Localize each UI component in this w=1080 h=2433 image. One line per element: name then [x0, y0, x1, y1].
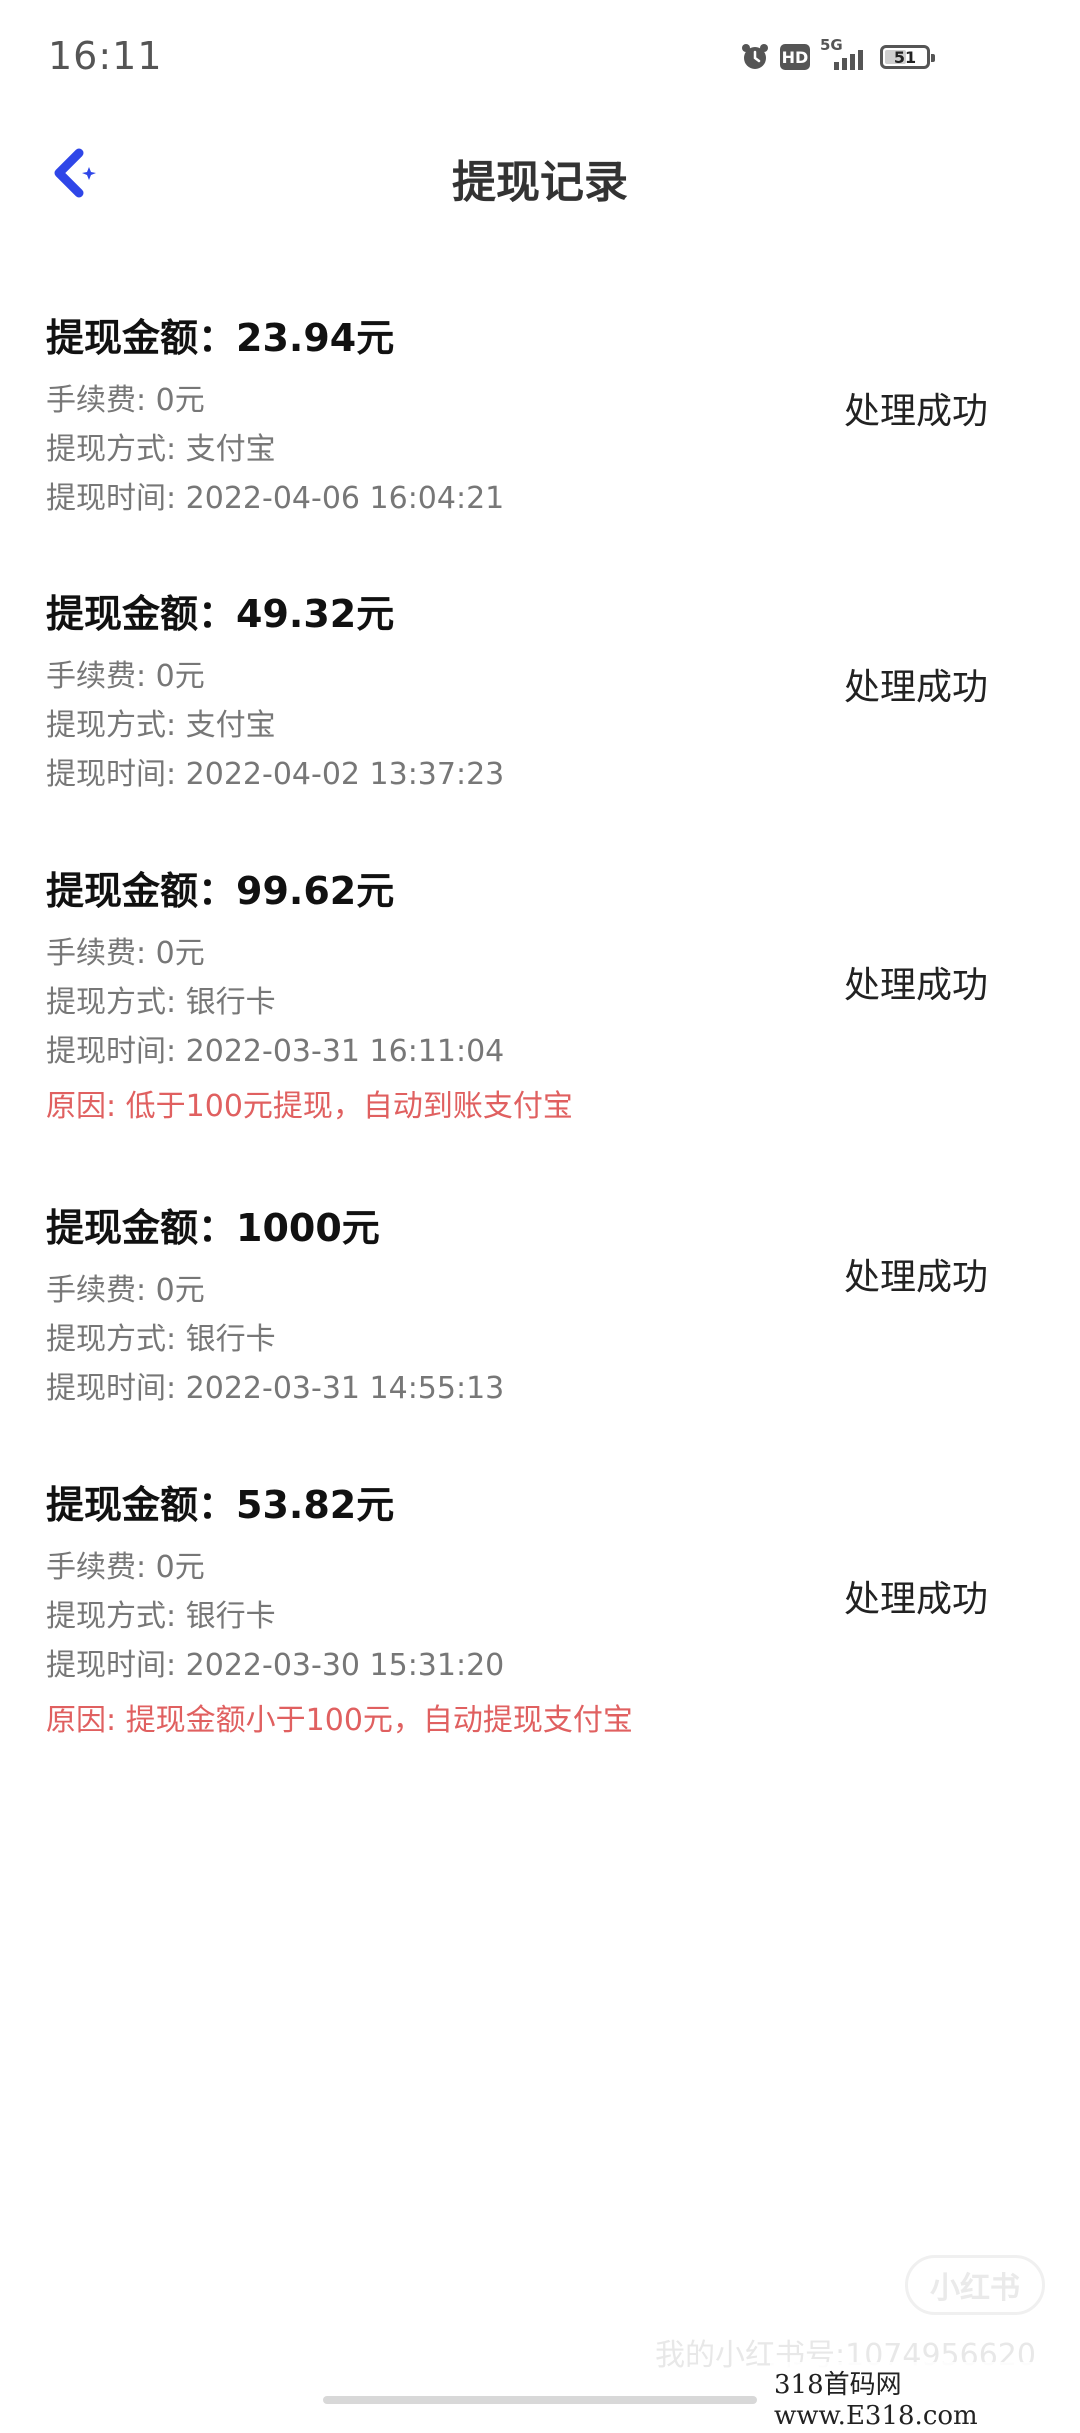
- withdrawal-record[interactable]: 提现金额：23.94元 手续费: 0元 提现方式: 支付宝 提现时间: 2022…: [0, 310, 1080, 586]
- withdrawal-record[interactable]: 提现金额：99.62元 手续费: 0元 提现方式: 银行卡 提现时间: 2022…: [0, 863, 1080, 1200]
- battery-level: 51: [893, 47, 917, 67]
- record-status: 处理成功: [843, 667, 988, 708]
- record-status: 处理成功: [843, 391, 988, 432]
- status-bar: 16:11 HD 5G 51: [0, 0, 1080, 120]
- record-status: 处理成功: [843, 965, 988, 1006]
- status-icons: HD 5G 51: [740, 36, 935, 72]
- record-amount: 提现金额：49.32元: [46, 592, 395, 636]
- record-time: 提现时间: 2022-04-06 16:04:21: [46, 481, 505, 516]
- signal-5g-icon: 5G: [820, 36, 870, 72]
- record-reason: 原因: 低于100元提现，自动到账支付宝: [46, 1089, 573, 1124]
- record-status: 处理成功: [843, 1257, 988, 1298]
- home-indicator[interactable]: [323, 2396, 757, 2404]
- record-status: 处理成功: [843, 1579, 988, 1620]
- withdrawal-record-list: 提现金额：23.94元 手续费: 0元 提现方式: 支付宝 提现时间: 2022…: [0, 310, 1080, 1777]
- header: 提现记录: [0, 120, 1080, 230]
- battery-icon: 51: [880, 45, 935, 69]
- record-reason: 原因: 提现金额小于100元，自动提现支付宝: [46, 1703, 633, 1738]
- record-time: 提现时间: 2022-04-02 13:37:23: [46, 757, 505, 792]
- alarm-icon: [740, 42, 770, 72]
- record-amount: 提现金额：99.62元: [46, 869, 395, 913]
- record-method: 提现方式: 银行卡: [46, 1322, 276, 1357]
- withdrawal-record[interactable]: 提现金额：49.32元 手续费: 0元 提现方式: 支付宝 提现时间: 2022…: [0, 586, 1080, 863]
- withdrawal-record[interactable]: 提现金额：53.82元 手续费: 0元 提现方式: 银行卡 提现时间: 2022…: [0, 1477, 1080, 1777]
- site-watermark: 318首码网 www.E318.com: [770, 2362, 1080, 2433]
- record-amount: 提现金额：23.94元: [46, 316, 395, 360]
- status-time: 16:11: [48, 34, 163, 78]
- record-time: 提现时间: 2022-03-31 16:11:04: [46, 1034, 505, 1069]
- page-title: 提现记录: [452, 157, 628, 208]
- record-time: 提现时间: 2022-03-30 15:31:20: [46, 1648, 505, 1683]
- hd-icon: HD: [780, 44, 810, 70]
- record-time: 提现时间: 2022-03-31 14:55:13: [46, 1371, 505, 1406]
- xiaohongshu-watermark-logo: 小红书: [905, 2255, 1045, 2315]
- record-amount: 提现金额：53.82元: [46, 1483, 395, 1527]
- withdrawal-record[interactable]: 提现金额：1000元 手续费: 0元 提现方式: 银行卡 提现时间: 2022-…: [0, 1200, 1080, 1477]
